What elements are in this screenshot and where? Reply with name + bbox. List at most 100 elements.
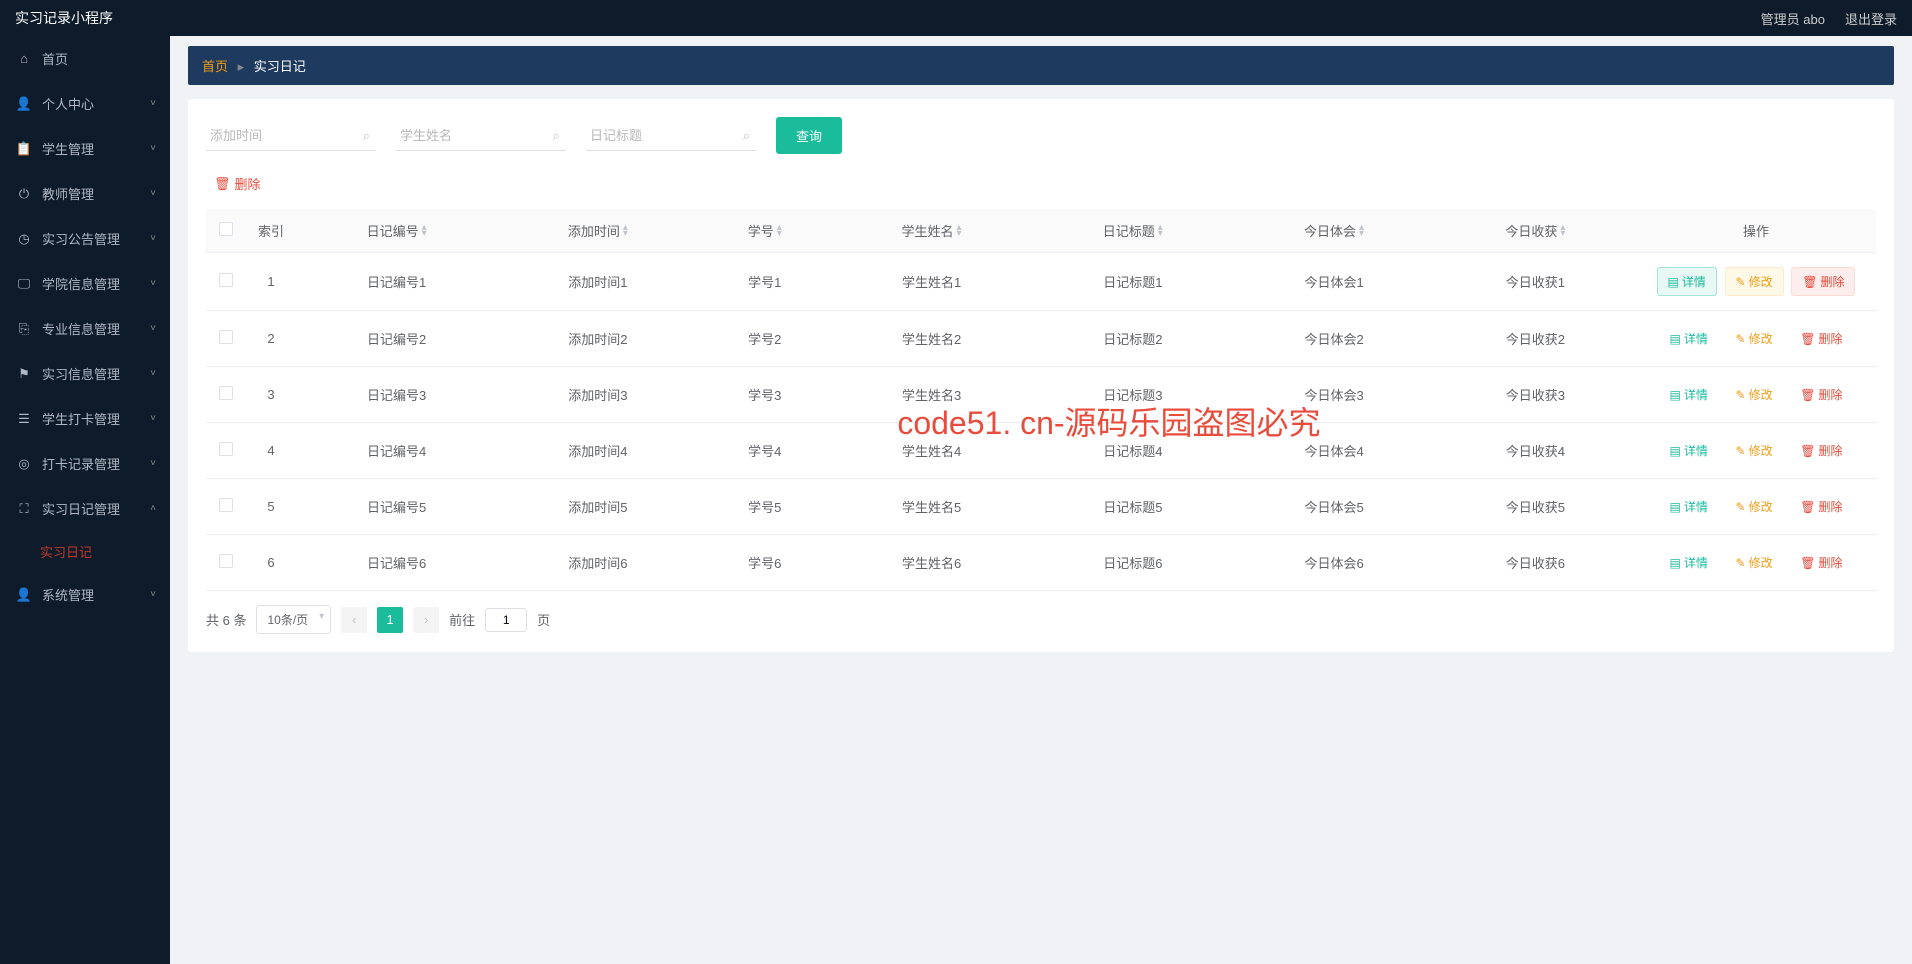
sidebar-item-0[interactable]: ⌂首页 — [0, 36, 170, 81]
col-student-no[interactable]: 学号▴▾ — [699, 209, 831, 253]
filter-title: ⌕ — [586, 121, 756, 151]
doc-icon: ▤ — [1670, 332, 1681, 346]
list-icon: ☰ — [16, 411, 32, 427]
cell-index: 5 — [246, 479, 296, 535]
row-checkbox[interactable] — [219, 498, 233, 512]
cell-experience: 今日体会2 — [1233, 311, 1434, 367]
detail-button[interactable]: ▤ 详情 — [1660, 437, 1718, 464]
cell-student-no: 学号1 — [699, 253, 831, 311]
goto-suffix: 页 — [537, 610, 550, 629]
table-row: 4 日记编号4 添加时间4 学号4 学生姓名4 日记标题4 今日体会4 今日收获… — [206, 423, 1876, 479]
sidebar-item-8[interactable]: ☰学生打卡管理˅ — [0, 396, 170, 441]
doc-icon: ▤ — [1670, 500, 1681, 514]
menu-label: 学生打卡管理 — [42, 409, 120, 428]
next-page-button[interactable]: › — [413, 607, 439, 633]
edit-button[interactable]: ✎ 修改 — [1726, 381, 1783, 408]
admin-label[interactable]: 管理员 abo — [1761, 9, 1825, 28]
sidebar-item-2[interactable]: 📋学生管理˅ — [0, 126, 170, 171]
batch-delete-button[interactable]: 🗑 删除 — [206, 170, 269, 197]
page-1-button[interactable]: 1 — [377, 607, 403, 633]
edit-button[interactable]: ✎ 修改 — [1726, 493, 1783, 520]
col-harvest[interactable]: 今日收获▴▾ — [1435, 209, 1636, 253]
cell-diary-no: 日记编号1 — [296, 253, 497, 311]
logout-link[interactable]: 退出登录 — [1845, 9, 1897, 28]
row-checkbox[interactable] — [219, 273, 233, 287]
trash-icon: 🗑 — [1800, 332, 1815, 346]
doc-icon: ▤ — [1668, 275, 1679, 289]
row-checkbox[interactable] — [219, 554, 233, 568]
cell-add-time: 添加时间2 — [497, 311, 698, 367]
delete-button[interactable]: 🗑 删除 — [1791, 267, 1855, 296]
cell-index: 1 — [246, 253, 296, 311]
trash-icon: 🗑 — [1800, 500, 1815, 514]
detail-button[interactable]: ▤ 详情 — [1660, 325, 1718, 352]
col-diary-no[interactable]: 日记编号▴▾ — [296, 209, 497, 253]
page-size-select[interactable]: 10条/页 ▾ — [256, 605, 331, 634]
delete-button[interactable]: 🗑 删除 — [1790, 437, 1852, 464]
col-add-time[interactable]: 添加时间▴▾ — [497, 209, 698, 253]
delete-button[interactable]: 🗑 删除 — [1790, 549, 1852, 576]
col-student-name[interactable]: 学生姓名▴▾ — [831, 209, 1032, 253]
edit-button[interactable]: ✎ 修改 — [1726, 325, 1783, 352]
menu-label: 学生管理 — [42, 139, 94, 158]
doc-icon: ▤ — [1670, 556, 1681, 570]
cell-student-name: 学生姓名5 — [831, 479, 1032, 535]
sidebar-item-11[interactable]: 👤系统管理˅ — [0, 572, 170, 617]
sidebar-item-4[interactable]: ◷实习公告管理˅ — [0, 216, 170, 261]
detail-button[interactable]: ▤ 详情 — [1657, 267, 1717, 296]
cell-add-time: 添加时间6 — [497, 535, 698, 591]
delete-button[interactable]: 🗑 删除 — [1790, 325, 1852, 352]
sidebar-item-9[interactable]: ◎打卡记录管理˅ — [0, 441, 170, 486]
target-icon: ◎ — [16, 456, 32, 472]
student-name-input[interactable] — [396, 121, 566, 151]
filter-time: ⌕ — [206, 121, 376, 151]
sidebar-item-7[interactable]: ⚑实习信息管理˅ — [0, 351, 170, 396]
menu-label: 学院信息管理 — [42, 274, 120, 293]
goto-page-input[interactable] — [485, 608, 527, 632]
edit-button[interactable]: ✎ 修改 — [1726, 437, 1783, 464]
cell-harvest: 今日收获1 — [1435, 253, 1636, 311]
chevron-down-icon: ˅ — [150, 589, 156, 600]
detail-button[interactable]: ▤ 详情 — [1660, 549, 1718, 576]
query-button[interactable]: 查询 — [776, 117, 842, 154]
sidebar-item-5[interactable]: 🖵学院信息管理˅ — [0, 261, 170, 306]
doc-icon: ▤ — [1670, 444, 1681, 458]
detail-button[interactable]: ▤ 详情 — [1660, 493, 1718, 520]
monitor-icon: 🖵 — [16, 276, 32, 292]
prev-page-button[interactable]: ‹ — [341, 607, 367, 633]
sidebar-item-6[interactable]: ⎘专业信息管理˅ — [0, 306, 170, 351]
diary-title-input[interactable] — [586, 121, 756, 151]
cell-add-time: 添加时间4 — [497, 423, 698, 479]
edit-icon: ✎ — [1736, 388, 1746, 402]
breadcrumb-separator: ▸ — [238, 59, 245, 74]
col-title[interactable]: 日记标题▴▾ — [1032, 209, 1233, 253]
sidebar-sub-diary[interactable]: 实习日记 — [0, 531, 170, 572]
menu-label: 打卡记录管理 — [42, 454, 120, 473]
row-checkbox[interactable] — [219, 330, 233, 344]
edit-button[interactable]: ✎ 修改 — [1726, 549, 1783, 576]
cell-add-time: 添加时间1 — [497, 253, 698, 311]
main-content: 首页 ▸ 实习日记 ⌕ ⌕ ⌕ 查询 — [170, 36, 1912, 964]
cell-student-no: 学号6 — [699, 535, 831, 591]
edit-icon: ✎ — [1736, 275, 1746, 289]
cell-student-name: 学生姓名1 — [831, 253, 1032, 311]
cell-index: 2 — [246, 311, 296, 367]
detail-button[interactable]: ▤ 详情 — [1660, 381, 1718, 408]
delete-button[interactable]: 🗑 删除 — [1790, 493, 1852, 520]
data-table: 索引 日记编号▴▾ 添加时间▴▾ 学号▴▾ 学生姓名▴▾ 日记标题▴▾ 今日体会… — [206, 209, 1876, 591]
col-experience[interactable]: 今日体会▴▾ — [1233, 209, 1434, 253]
add-time-input[interactable] — [206, 121, 376, 151]
sort-icon: ▴▾ — [1359, 225, 1364, 237]
select-all-checkbox[interactable] — [219, 222, 233, 236]
cell-student-no: 学号5 — [699, 479, 831, 535]
chevron-down-icon: ▾ — [319, 611, 324, 622]
delete-button[interactable]: 🗑 删除 — [1790, 381, 1852, 408]
sidebar-item-3[interactable]: ⏻教师管理˅ — [0, 171, 170, 216]
sidebar-item-10[interactable]: ⛶实习日记管理˄ — [0, 486, 170, 531]
sidebar-item-1[interactable]: 👤个人中心˅ — [0, 81, 170, 126]
breadcrumb-home[interactable]: 首页 — [202, 59, 228, 74]
row-checkbox[interactable] — [219, 442, 233, 456]
app-header: 实习记录小程序 管理员 abo 退出登录 — [0, 0, 1912, 36]
row-checkbox[interactable] — [219, 386, 233, 400]
edit-button[interactable]: ✎ 修改 — [1725, 267, 1784, 296]
